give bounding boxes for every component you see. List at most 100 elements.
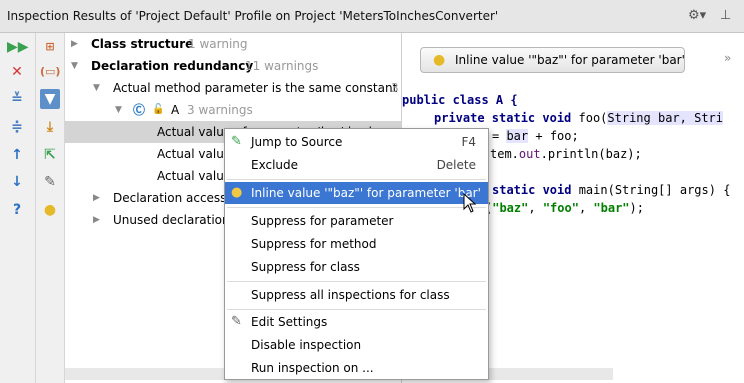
menu-item-label: Suppress for method [251,237,377,251]
inline-value-button[interactable]: ● Inline value '"baz"' for parameter 'ba… [420,47,685,73]
tree-node-class-structure[interactable]: ▶ Class structure 1 warning [65,33,401,55]
code-line: ("baz", "foo", "bar"); [485,199,644,217]
expand-arrow-icon[interactable]: ▶ [71,33,78,55]
mouse-cursor-icon [463,193,477,213]
menu-item-edit-settings[interactable]: ✎ Edit Settings [225,311,488,333]
collapse-arrow-icon[interactable]: ▼ [93,77,100,99]
menu-item-label: Suppress all inspections for class [251,288,450,302]
menu-item-run-inspection[interactable]: Run inspection on ... [225,357,488,379]
tree-node-actual-method-parameter[interactable]: ▼ Actual method parameter is the same co… [65,77,401,99]
menu-item-shortcut: F4 [461,135,476,149]
tree-node-declaration-redundancy[interactable]: ▼ Declaration redundancy 11 warnings [65,55,401,77]
code-token: ); [629,201,644,215]
collapse-arrow-icon[interactable]: ▼ [115,99,122,121]
warning-count: 11 warnings [245,59,319,73]
warning-count: 3 [391,81,399,95]
menu-item-suppress-method[interactable]: Suppress for method [225,233,488,255]
code-token: "foo" [542,201,579,215]
menu-item-exclude[interactable]: Exclude Delete [225,154,488,176]
menu-item-label: Suppress for parameter [251,214,394,228]
expand-arrow-icon[interactable]: ▶ [93,187,100,209]
menu-item-label: Disable inspection [251,338,362,352]
menu-item-inline-value[interactable]: ● Inline value '"baz"' for parameter 'ba… [225,182,488,204]
bulb-icon: ● [231,185,243,200]
inspection-toolbar: ▶▶ ✕ ≚ ≑ ↑ ↓ ? [0,33,36,383]
menu-item-disable-inspection[interactable]: Disable inspection [225,334,488,356]
collapse-arrow-icon[interactable]: ▼ [71,55,78,77]
inspection-toolbar-secondary: ⊞ (▭) ▼ ⤓ ⇱ ✎ ● [36,33,65,383]
more-actions-icon[interactable]: » [724,51,731,65]
menu-item-suppress-all[interactable]: Suppress all inspections for class [225,284,488,306]
pin-icon[interactable]: ⊥ [720,8,731,23]
code-token: tem. [490,147,519,161]
code-token: "baz" [492,201,529,215]
menu-item-label: Jump to Source [251,135,343,149]
group-by-severity-icon[interactable]: ⊞ [40,37,60,57]
menu-item-label: Inline value '"baz"' for parameter 'bar' [251,186,481,200]
tree-node-label: A [171,103,180,117]
menu-item-jump-to-source[interactable]: ✎ Jump to Source F4 [225,131,488,153]
tree-node-label: Unused declaration [113,213,230,227]
arrow-up-icon[interactable]: ↑ [7,145,27,165]
menu-item-suppress-class[interactable]: Suppress for class [225,256,488,278]
inspection-results-header: Inspection Results of 'Project Default' … [0,0,744,33]
code-token: foo( [578,111,608,125]
gear-icon[interactable]: ⚙▾ [688,8,706,23]
code-token: + foo; [528,129,579,143]
tree-node-class-a[interactable]: ▼ Ⓒ 🔓 A 3 warnings [65,99,401,121]
code-token: .println(baz); [540,147,642,161]
tree-node-label: Class structure [91,37,194,51]
menu-item-label: Exclude [251,158,299,172]
lock-icon: 🔓 [152,104,165,115]
menu-item-label: Edit Settings [251,315,328,329]
jump-to-source-icon: ✎ [231,134,242,149]
arrow-down-icon[interactable]: ↓ [7,172,27,192]
warning-count: 3 warnings [187,103,253,117]
tree-node-label: Declaration access [113,191,227,205]
tree-node-label: Actual valu [157,147,224,161]
tree-node-label: Actual valu [157,169,224,183]
menu-item-shortcut: Delete [436,158,476,172]
help-icon[interactable]: ? [7,200,27,220]
code-line: tem.out.println(baz); [490,145,642,163]
close-icon[interactable]: ✕ [7,62,27,82]
code-line: private static void foo(String bar, Stri [434,109,723,127]
code-token: main(String[] args) { [578,183,731,197]
code-token: = [492,129,507,143]
menu-item-label: Suppress for class [251,260,360,274]
share-icon[interactable]: ⇱ [40,145,60,165]
inline-value-button-label: Inline value '"baz"' for parameter 'bar' [455,53,685,67]
menu-separator [227,207,486,208]
code-token: public class A { [402,93,518,107]
code-token: out [518,147,541,161]
expand-all-icon[interactable]: ≚ [7,89,27,109]
run-icon[interactable]: ▶▶ [7,37,29,57]
tree-node-label: Actual method parameter is the same cons… [113,81,398,95]
filter-icon[interactable]: ▼ [40,89,60,109]
warning-count: 1 warning [188,37,248,51]
code-line: = bar + foo; [492,127,579,145]
expand-arrow-icon[interactable]: ▶ [93,209,100,231]
group-by-directory-icon[interactable]: (▭) [40,62,60,82]
export-icon[interactable]: ⤓ [40,117,60,137]
code-token: "bar" [593,201,630,215]
code-line: public class A { [402,91,518,109]
menu-item-suppress-parameter[interactable]: Suppress for parameter [225,210,488,232]
bulb-icon: ● [433,52,446,68]
bulb-icon[interactable]: ● [40,200,60,220]
tree-node-label: Declaration redundancy [91,59,254,73]
panel-title: Inspection Results of 'Project Default' … [7,9,499,23]
code-token: String bar, Stri [607,111,723,125]
class-icon: Ⓒ [133,103,146,117]
menu-separator [227,179,486,180]
menu-item-label: Run inspection on ... [251,361,374,375]
code-token: static void [492,183,579,197]
code-token: , [578,201,594,215]
code-token: , [528,201,543,215]
code-token: bar [506,129,529,143]
wrench-icon[interactable]: ✎ [40,172,60,192]
menu-separator [227,281,486,282]
code-token: private static void [434,111,579,125]
wrench-icon: ✎ [231,314,242,329]
collapse-all-icon[interactable]: ≑ [7,117,27,137]
